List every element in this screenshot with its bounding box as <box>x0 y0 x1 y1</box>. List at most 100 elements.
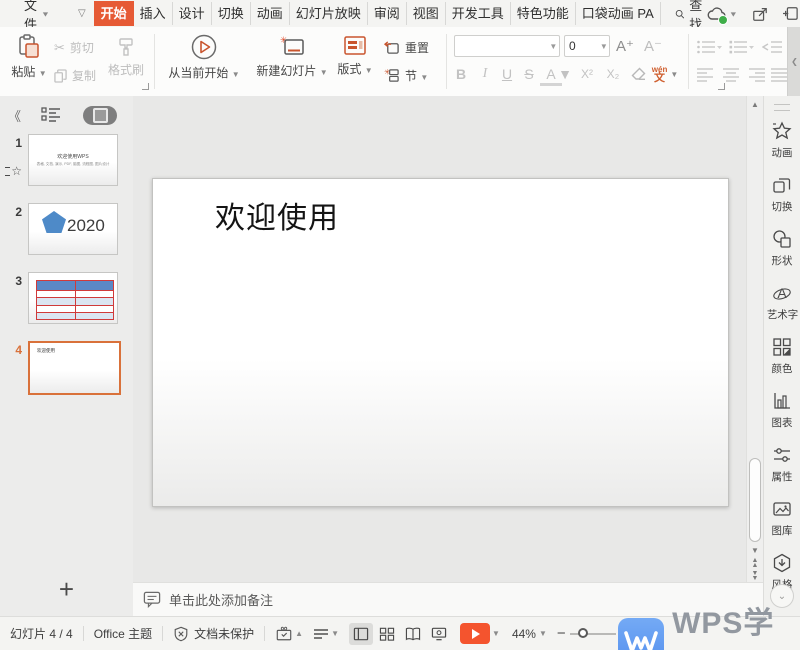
layout-button[interactable]: 版式 ▼ <box>332 35 378 77</box>
tab-view[interactable]: 视图 <box>407 2 446 25</box>
task-pane-handle[interactable]: ❮ <box>787 27 800 96</box>
thumbnail-selected[interactable]: 欢迎使用 <box>28 341 121 395</box>
slide-title-text[interactable]: 欢迎使用 <box>215 193 339 237</box>
cloud-sync-button[interactable]: ▼ <box>707 6 738 22</box>
collapse-panel-icon[interactable]: 《 <box>8 106 19 125</box>
font-size-combobox[interactable]: ▼ <box>564 35 610 57</box>
zoom-out-button[interactable]: − <box>557 625 566 642</box>
format-painter-button[interactable]: 格式刷 <box>104 36 148 78</box>
share-icon[interactable] <box>752 6 768 22</box>
thumbnail[interactable]: 欢迎使用WPS 表格, 文档, 演示, PDF, 脑图, 流程图, 图片设计 <box>28 134 118 186</box>
sidebar-item-chart[interactable]: 图表 <box>771 391 793 430</box>
chevron-down-icon[interactable]: ▼ <box>599 42 609 51</box>
scroll-down-icon[interactable]: ▼ <box>747 546 763 555</box>
tab-design[interactable]: 设计 <box>173 2 212 25</box>
clear-format-button[interactable] <box>628 63 650 85</box>
sidebar-drag-handle[interactable] <box>774 104 790 111</box>
tab-pocket-animation[interactable]: 口袋动画 PA <box>576 2 661 25</box>
slide-sorter-view-button[interactable] <box>375 623 399 645</box>
zoom-slider-knob[interactable] <box>578 628 588 638</box>
tab-slideshow[interactable]: 幻灯片放映 <box>290 2 368 25</box>
new-tab-icon[interactable] <box>782 6 799 21</box>
play-slideshow-button[interactable] <box>460 623 490 644</box>
sidebar-item-wordart[interactable]: A 艺术字 <box>766 283 799 322</box>
editing-canvas[interactable]: 欢迎使用 <box>133 96 746 582</box>
slides-view-toggle[interactable] <box>83 106 117 125</box>
document-protection-button[interactable]: 文档未保护 <box>173 625 254 642</box>
decrease-indent-button[interactable] <box>762 39 784 55</box>
scrollbar-thumb[interactable] <box>749 458 761 542</box>
phonetic-guide-button[interactable]: wén文 ▼ <box>652 63 678 85</box>
wps-academy-overlay[interactable]: WPS学院 <box>618 598 800 650</box>
toolbar-options-icon[interactable]: ▽ <box>78 8 86 19</box>
slide-thumbnail-1[interactable]: 1 ☆ 欢迎使用WPS 表格, 文档, 演示, PDF, 脑图, 流程图, 图片… <box>0 134 133 186</box>
superscript-button[interactable]: X² <box>576 63 598 85</box>
section-button[interactable]: ✳ 节 ▼ <box>384 67 428 84</box>
tab-transition[interactable]: 切换 <box>212 2 251 25</box>
thumb-text: 2020 <box>67 216 105 236</box>
sidebar-item-shapes[interactable]: 形状 <box>771 229 793 268</box>
font-name-combobox[interactable]: ▼ <box>454 35 560 57</box>
increase-font-button[interactable]: A⁺ <box>616 37 634 55</box>
decrease-font-button[interactable]: A⁻ <box>644 37 662 55</box>
align-left-button[interactable] <box>696 67 714 83</box>
display-options-button[interactable]: ▼ <box>313 628 339 640</box>
slide-thumbnail-3[interactable]: 3 <box>0 272 133 324</box>
clipboard-dialog-launcher[interactable] <box>142 83 149 90</box>
sidebar-item-color[interactable]: 颜色 <box>771 337 793 376</box>
thumbnail[interactable]: 2020 <box>28 203 118 255</box>
numbered-list-button[interactable] <box>728 39 754 55</box>
current-slide[interactable]: 欢迎使用 <box>152 178 729 507</box>
slide-thumbnail-4[interactable]: 4 欢迎使用 <box>0 341 133 395</box>
sidebar-item-transition[interactable]: 切换 <box>771 175 793 214</box>
previous-slide-icon[interactable]: ▲▲ <box>747 558 763 568</box>
outline-view-icon[interactable] <box>41 107 61 124</box>
font-size-input[interactable] <box>565 38 599 54</box>
cut-button[interactable]: ✂ 剪切 <box>54 39 94 56</box>
theme-name[interactable]: Office 主题 <box>94 625 152 642</box>
sidebar-item-gallery[interactable]: 图库 <box>771 499 793 538</box>
italic-button[interactable]: I <box>474 63 496 85</box>
sidebar-item-properties[interactable]: 属性 <box>771 445 793 484</box>
scroll-up-icon[interactable]: ▲ <box>747 100 763 109</box>
zoom-slider[interactable] <box>570 633 616 635</box>
strikethrough-button[interactable]: S <box>518 63 540 85</box>
bold-button[interactable]: B <box>450 63 472 85</box>
slide-thumbnail-2[interactable]: 2 2020 <box>0 203 133 255</box>
chevron-down-icon[interactable]: ▼ <box>548 42 559 51</box>
menubar-right-icons: ▼ ? ⋮ ⌃ <box>707 5 800 22</box>
new-slide-button[interactable]: ✳ 新建幻灯片 ▼ <box>254 35 330 79</box>
subscript-button[interactable]: X₂ <box>602 63 624 85</box>
reading-view-button[interactable] <box>401 623 425 645</box>
font-color-dropdown-icon[interactable]: ▼ <box>560 63 570 85</box>
paste-button[interactable]: 粘贴 ▼ <box>8 34 50 80</box>
copy-button[interactable]: 复制 <box>54 67 96 84</box>
tab-special-features[interactable]: 特色功能 <box>511 2 576 25</box>
wps-logo-icon <box>618 618 664 650</box>
slideshow-view-button[interactable] <box>427 623 451 645</box>
copy-icon <box>54 69 67 83</box>
align-right-button[interactable] <box>748 67 766 83</box>
tab-home[interactable]: 开始 <box>94 1 134 26</box>
thumbnail[interactable] <box>28 272 118 324</box>
normal-view-button[interactable] <box>349 623 373 645</box>
tab-insert[interactable]: 插入 <box>134 2 173 25</box>
font-name-input[interactable] <box>455 38 548 54</box>
sidebar-item-animation[interactable]: 动画 <box>771 121 793 160</box>
tab-animation[interactable]: 动画 <box>251 2 290 25</box>
tab-review[interactable]: 审阅 <box>368 2 407 25</box>
vertical-scrollbar[interactable]: ▲ ▼ ▲▲ ▼▼ <box>746 96 763 582</box>
justify-button[interactable] <box>770 67 788 83</box>
underline-button[interactable]: U <box>496 63 518 85</box>
package-button[interactable]: ▲ <box>275 625 303 642</box>
reset-button[interactable]: 重置 <box>384 39 429 56</box>
font-dialog-launcher[interactable] <box>718 83 725 90</box>
align-center-button[interactable] <box>722 67 740 83</box>
bullet-list-button[interactable] <box>696 39 722 55</box>
next-slide-icon[interactable]: ▼▼ <box>747 571 763 581</box>
play-from-current-button[interactable]: 从当前开始 ▼ <box>164 33 244 81</box>
zoom-level-button[interactable]: 44% ▼ <box>512 627 547 641</box>
add-slide-button[interactable]: + <box>0 576 133 602</box>
play-options-icon[interactable]: ▼ <box>492 629 500 638</box>
tab-developer[interactable]: 开发工具 <box>446 2 511 25</box>
